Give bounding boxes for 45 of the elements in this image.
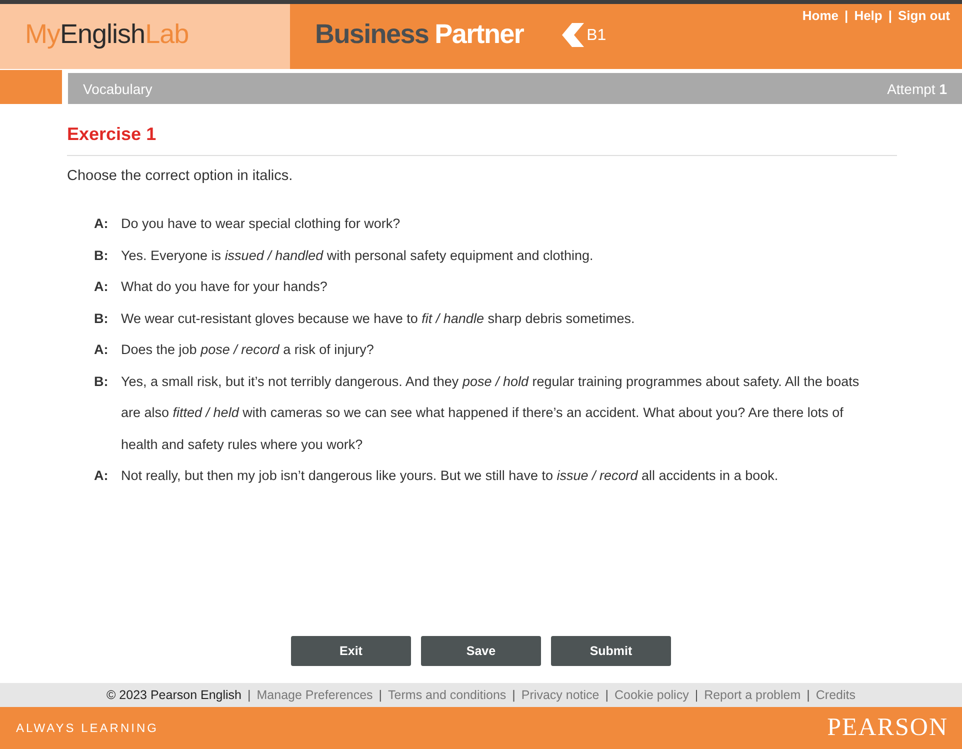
exercise-title: Exercise 1 [67, 124, 897, 156]
speaker-label: A: [94, 215, 110, 233]
accent-block [0, 70, 62, 104]
nav-link[interactable]: Sign out [898, 8, 950, 23]
speaker-label: A: [94, 341, 110, 359]
dialogue-text: Yes. Everyone is issued / handled with personal safety equipment and clothing. [121, 246, 594, 265]
level-label: B1 [586, 26, 606, 44]
footer-link[interactable]: Privacy notice [521, 688, 600, 702]
dialogue-text: What do you have for your hands? [121, 278, 328, 296]
speaker-label: B: [94, 372, 110, 390]
speaker-label: A: [94, 278, 110, 296]
speaker-label: B: [94, 246, 110, 264]
action-button[interactable]: Save [421, 636, 541, 666]
action-button[interactable]: Submit [551, 636, 671, 666]
separator: | [248, 688, 251, 702]
attempt-label: Attempt 1 [887, 80, 947, 96]
separator: | [806, 688, 810, 702]
logo: MyEnglishLab [25, 19, 189, 50]
course-title: Business Partner [315, 19, 524, 50]
footer-link[interactable]: Report a problem [704, 688, 801, 702]
action-button[interactable]: Exit [291, 636, 411, 666]
separator: | [512, 688, 516, 702]
dialogue-text: Does the job pose / record a risk of injury? [121, 341, 375, 359]
separator: | [378, 688, 382, 702]
separator: | [888, 8, 892, 23]
footer-link[interactable]: Manage Preferences [256, 688, 373, 702]
nav-link[interactable]: Home [802, 8, 839, 23]
section-title: Vocabulary [83, 80, 152, 96]
nav-link[interactable]: Help [854, 8, 882, 23]
footer-link[interactable]: Credits [816, 688, 856, 702]
separator: | [844, 8, 848, 23]
speaker-label: B: [94, 310, 110, 328]
dialogue-text: Yes, a small risk, but it’s not terribly dangerous. And they pose / hold regular training programmes about safety. All the boats are also fitted / held with cameras so we can see what happened if there’s an accident. What about you? Are there lots of health and safety rules where you work? [121, 372, 860, 454]
footer-link[interactable]: Terms and conditions [388, 688, 506, 702]
separator: | [605, 688, 608, 702]
publisher-logo: PEARSON [827, 714, 948, 742]
copyright: © 2023 Pearson English [106, 688, 242, 702]
tagline: ALWAYS LEARNING [16, 721, 158, 735]
instruction: Choose the correct option in italics. [67, 168, 294, 184]
dialogue-text: Not really, but then my job isn’t dangerous like yours. But we still have to issue / record all accidents in a book. [121, 467, 780, 485]
footer-link[interactable]: Cookie policy [614, 688, 689, 702]
dialogue-text: We wear cut-resistant gloves because we have to fit / handle sharp debris sometimes. [121, 310, 636, 328]
separator: | [694, 688, 698, 702]
dialogue-text: Do you have to wear special clothing for work? [121, 215, 402, 233]
speaker-label: A: [94, 467, 110, 485]
